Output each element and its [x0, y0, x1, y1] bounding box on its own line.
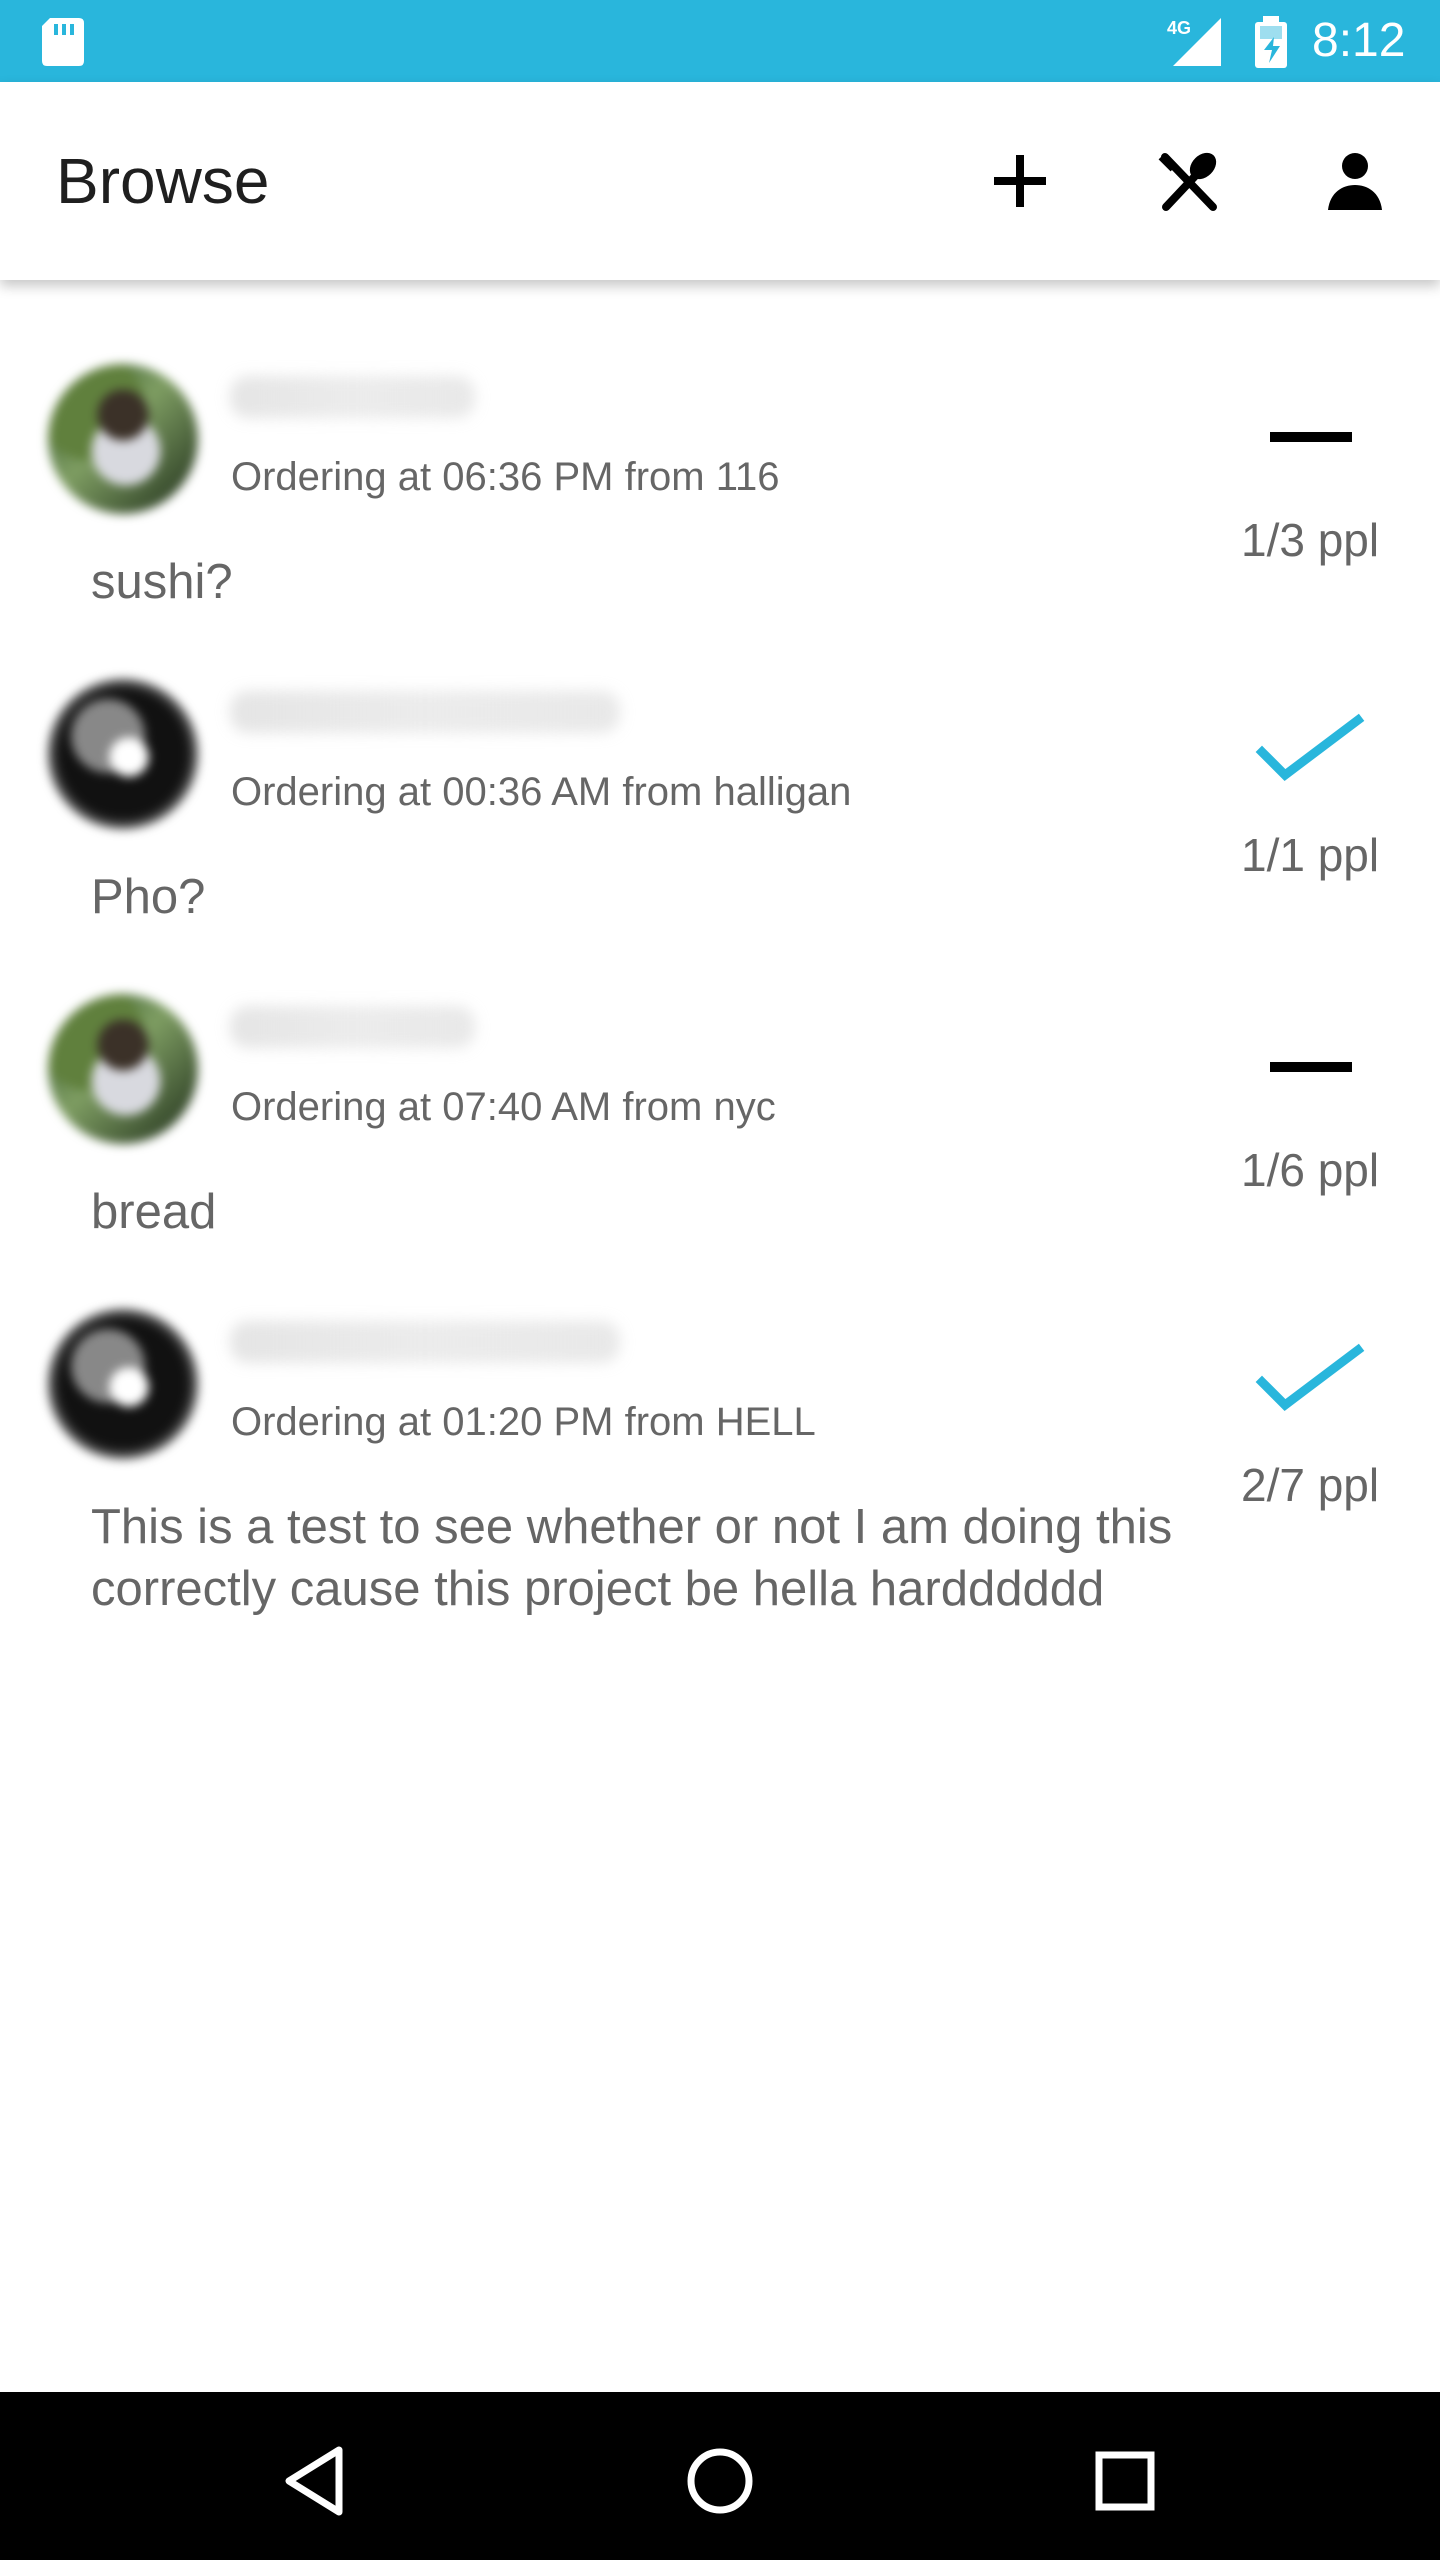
ppl-count: 1/3 ppl [1241, 514, 1380, 566]
sd-card-icon [42, 18, 84, 66]
minus-icon [1270, 1062, 1352, 1072]
ppl-count: 1/6 ppl [1241, 1144, 1380, 1196]
from-label: from [624, 455, 705, 499]
from-label: from [622, 1085, 703, 1129]
ppl-count: 1/1 ppl [1241, 829, 1380, 881]
redacted-user-name [230, 1321, 620, 1363]
order-prefix: Ordering at [231, 770, 432, 814]
order-time: 07:40 AM [442, 1085, 612, 1129]
profile-photo-icon [48, 1309, 198, 1459]
status-time: 8:12 [1312, 14, 1406, 67]
signal-icon: 4G [1167, 18, 1221, 66]
back-icon [285, 2446, 343, 2516]
restaurant-button[interactable] [1133, 126, 1243, 236]
order-location: nyc [713, 1085, 776, 1129]
redacted-user-name [230, 376, 475, 418]
list-item[interactable]: Ordering at 01:20 PM from HELL This is a… [0, 1225, 1440, 1645]
back-button[interactable] [260, 2426, 370, 2536]
from-label: from [624, 1400, 705, 1444]
food-icon [1158, 152, 1217, 211]
minus-icon [1270, 432, 1352, 442]
order-details: Ordering at 06:36 PM from 116 [231, 454, 779, 500]
order-prefix: Ordering at [231, 455, 432, 499]
add-icon [994, 155, 1046, 207]
profile-button[interactable] [1300, 126, 1410, 236]
check-icon [1255, 1343, 1365, 1411]
order-details: Ordering at 01:20 PM from HELL [231, 1399, 816, 1445]
app-bar: Browse [0, 82, 1440, 280]
redacted-user-name [230, 691, 620, 733]
order-time: 00:36 AM [442, 770, 612, 814]
order-prefix: Ordering at [231, 1085, 432, 1129]
order-note: This is a test to see whether or not I a… [91, 1500, 1173, 1616]
from-label: from [622, 770, 703, 814]
order-details: Ordering at 07:40 AM from nyc [231, 1084, 776, 1130]
battery-charging-icon [1255, 16, 1287, 68]
list-item[interactable]: Ordering at 06:36 PM from 116 sushi? 1/3… [0, 280, 1440, 609]
profile-icon [1328, 153, 1382, 210]
profile-photo-icon [48, 994, 198, 1144]
list-item[interactable]: Ordering at 07:40 AM from nyc bread 1/6 … [0, 910, 1440, 1239]
order-prefix: Ordering at [231, 1400, 432, 1444]
recent-apps-button[interactable] [1070, 2426, 1180, 2536]
add-order-button[interactable] [965, 126, 1075, 236]
order-location: halligan [713, 770, 852, 814]
home-button[interactable] [665, 2426, 775, 2536]
redacted-user-name [230, 1006, 475, 1048]
order-time: 01:20 PM [442, 1400, 614, 1444]
page-title: Browse [56, 145, 270, 217]
list-item[interactable]: Ordering at 00:36 AM from halligan Pho? … [0, 595, 1440, 924]
order-details: Ordering at 00:36 AM from halligan [231, 769, 851, 815]
check-icon [1255, 713, 1365, 781]
status-bar: 4G 8:12 [0, 0, 1440, 82]
profile-photo-icon [48, 364, 198, 514]
order-location: HELL [715, 1400, 816, 1444]
network-type-label: 4G [1167, 18, 1191, 38]
order-location: 116 [715, 455, 780, 499]
recent-apps-icon [1095, 2451, 1155, 2511]
order-time: 06:36 PM [442, 455, 614, 499]
home-icon [687, 2448, 753, 2514]
order-feed: Ordering at 06:36 PM from 116 sushi? 1/3… [0, 280, 1440, 2392]
ppl-count: 2/7 ppl [1241, 1459, 1380, 1511]
navigation-bar [0, 2392, 1440, 2560]
profile-photo-icon [48, 679, 198, 829]
